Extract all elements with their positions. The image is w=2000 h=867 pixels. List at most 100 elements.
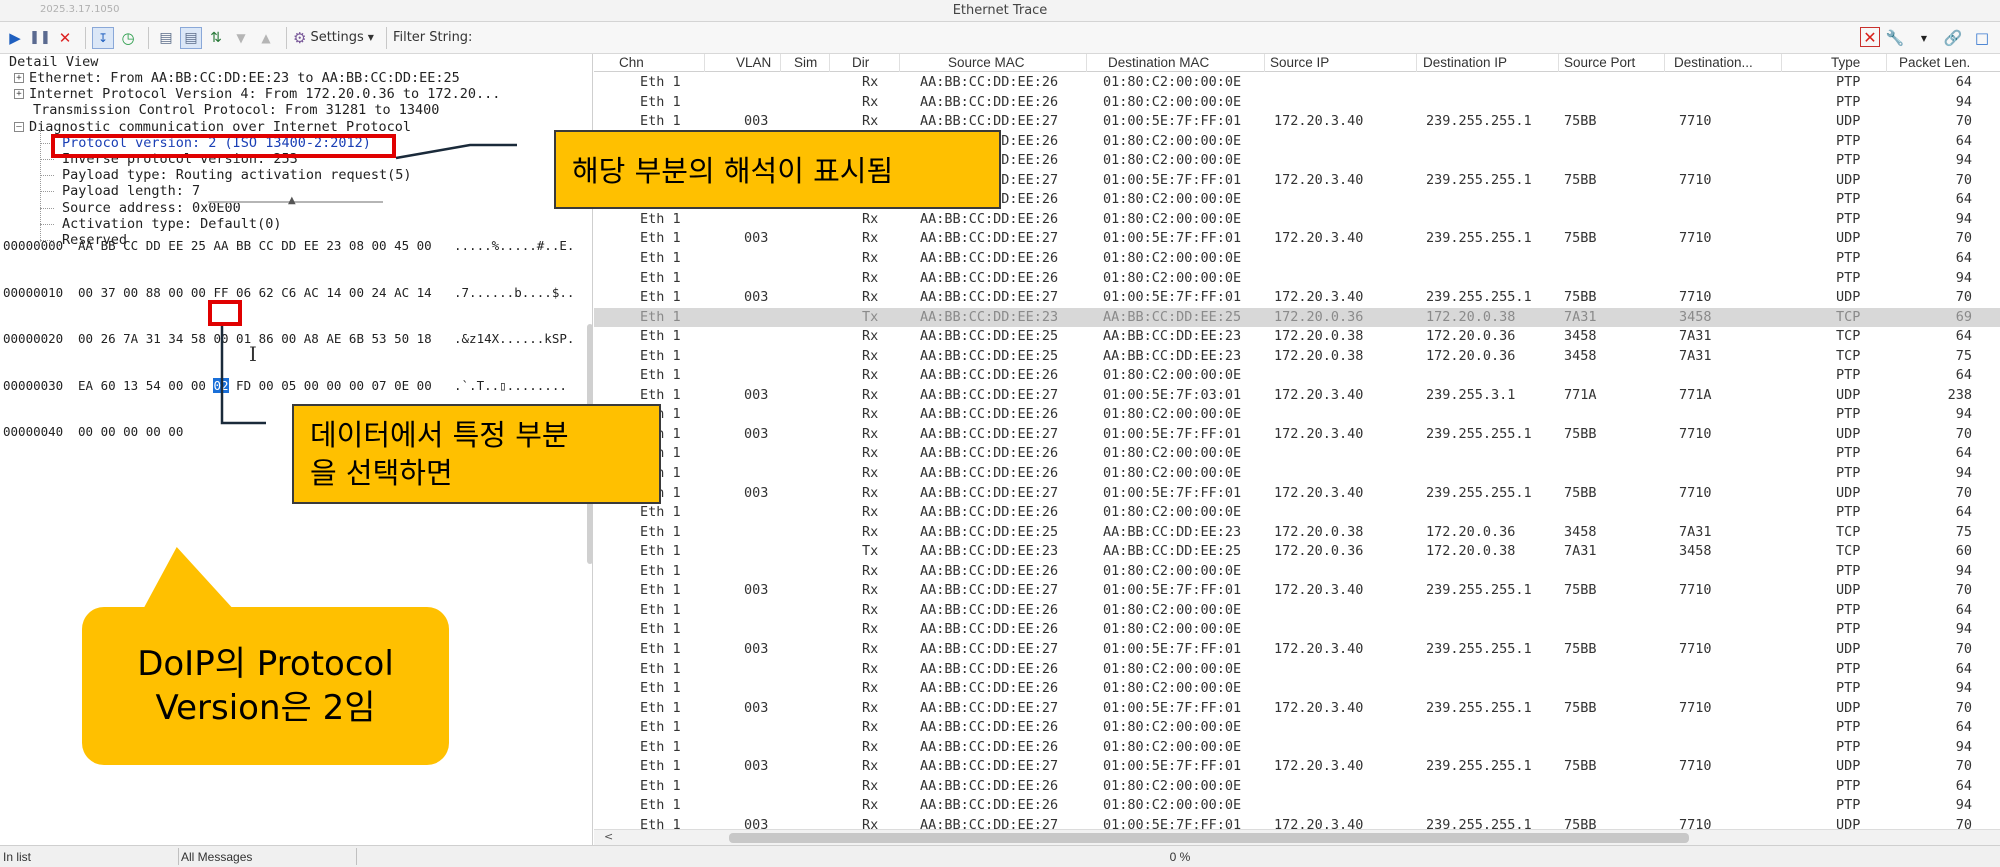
table-cell: Eth 1: [640, 680, 681, 697]
arrow-down-icon[interactable]: ▼: [230, 27, 252, 49]
play-icon[interactable]: ▶: [4, 27, 26, 49]
table-cell: UDP: [1836, 425, 1861, 442]
settings-dropdown[interactable]: ⚙ Settings ▼: [293, 29, 374, 47]
tree-item-payload-type[interactable]: Payload type: Routing activation request…: [0, 167, 593, 183]
table-row[interactable]: Eth 1RxAA:BB:CC:DD:EE:2601:80:C2:00:00:0…: [594, 366, 2000, 386]
chevron-left-icon[interactable]: <: [604, 830, 613, 843]
sort-icon[interactable]: ⇅: [205, 27, 227, 49]
hex-bytes[interactable]: 00 26 7A 31 34 58 00 01 86 00 A8 AE 6B 5…: [78, 331, 454, 347]
table-row[interactable]: Eth 1RxAA:BB:CC:DD:EE:2601:80:C2:00:00:0…: [594, 796, 2000, 816]
table-row[interactable]: Eth 1003RxAA:BB:CC:DD:EE:2701:00:5E:7F:F…: [594, 229, 2000, 249]
column-header[interactable]: VLAN: [736, 55, 771, 70]
table-row[interactable]: Eth 1003RxAA:BB:CC:DD:EE:2701:00:5E:7F:F…: [594, 581, 2000, 601]
table-row[interactable]: Eth 1003RxAA:BB:CC:DD:EE:2701:00:5E:7F:F…: [594, 425, 2000, 445]
tree-item-payload-length[interactable]: Payload length: 7: [0, 183, 593, 199]
table-row[interactable]: Eth 1RxAA:BB:CC:DD:EE:2601:80:C2:00:00:0…: [594, 503, 2000, 523]
table-row[interactable]: Eth 1 003 Rx AA:BB:CC:DD:EE:27 01:00:5E:7F:0…: [594, 386, 2000, 406]
table-row[interactable]: Eth 1003RxAA:BB:CC:DD:EE:2701:00:5E:7F:F…: [594, 640, 2000, 660]
column-divider[interactable]: [899, 54, 900, 72]
tree-item-doip[interactable]: – Diagnostic communication over Internet …: [0, 119, 593, 135]
link-icon[interactable]: 🔗: [1942, 27, 1964, 49]
horizontal-scrollbar[interactable]: <: [594, 829, 2000, 845]
table-row[interactable]: Eth 1RxAA:BB:CC:DD:EE:2601:80:C2:00:00:0…: [594, 562, 2000, 582]
wrench-icon[interactable]: 🔧: [1884, 27, 1906, 49]
table-row[interactable]: Eth 1RxAA:BB:CC:DD:EE:2601:80:C2:00:00:0…: [594, 269, 2000, 289]
table-row[interactable]: Eth 1RxAA:BB:CC:DD:EE:2601:80:C2:00:00:0…: [594, 73, 2000, 93]
scrollbar-thumb[interactable]: [729, 833, 1689, 843]
table-cell: 70: [1955, 758, 1972, 775]
table-row-selected[interactable]: Eth 1 Tx AA:BB:CC:DD:EE:23 AA:BB:CC:DD:EE:2…: [594, 307, 2000, 328]
table-row[interactable]: Eth 1RxAA:BB:CC:DD:EE:2601:80:C2:00:00:0…: [594, 249, 2000, 269]
expand-icon[interactable]: +: [14, 89, 24, 100]
table-row[interactable]: Eth 1 Rx AA:BB:CC:DD:EE:25 AA:BB:CC:DD:EE:2…: [594, 347, 2000, 367]
column-header[interactable]: Source IP: [1270, 55, 1329, 70]
table-row[interactable]: Eth 1RxAA:BB:CC:DD:EE:2601:80:C2:00:00:0…: [594, 777, 2000, 797]
column-divider[interactable]: [1664, 54, 1665, 72]
column-divider[interactable]: [704, 54, 705, 72]
column-header[interactable]: Sim: [794, 55, 817, 70]
column-divider[interactable]: [780, 54, 781, 72]
table-cell: 172.20.3.40: [1274, 230, 1364, 247]
arrow-up-icon[interactable]: ▲: [255, 27, 277, 49]
clock-icon[interactable]: ◷: [117, 27, 139, 49]
export-icon[interactable]: □: [1971, 27, 1993, 49]
table-row[interactable]: Eth 1003RxAA:BB:CC:DD:EE:2701:00:5E:7F:F…: [594, 757, 2000, 777]
close-filter-icon[interactable]: ✕: [1860, 27, 1880, 47]
column-header[interactable]: Destination...: [1674, 55, 1753, 70]
hex-bytes[interactable]: 00 37 00 88 00 00 FF 06 62 C6 AC 14 00 2…: [78, 285, 454, 301]
table-row[interactable]: Eth 1RxAA:BB:CC:DD:EE:2601:80:C2:00:00:0…: [594, 660, 2000, 680]
column-header[interactable]: Packet Len.: [1899, 55, 1970, 70]
table-cell: 75: [1955, 347, 1972, 364]
table-row[interactable]: Eth 1RxAA:BB:CC:DD:EE:2601:80:C2:00:00:0…: [594, 679, 2000, 699]
table-row[interactable]: Eth 1RxAA:BB:CC:DD:EE:2601:80:C2:00:00:0…: [594, 718, 2000, 738]
table-cell: AA:BB:CC:DD:EE:25: [920, 328, 1059, 345]
table-row[interactable]: Eth 1RxAA:BB:CC:DD:EE:2601:80:C2:00:00:0…: [594, 601, 2000, 621]
table-row[interactable]: Eth 1003RxAA:BB:CC:DD:EE:2701:00:5E:7F:F…: [594, 112, 2000, 132]
column-header[interactable]: Dir: [852, 55, 869, 70]
list-view-icon[interactable]: ▤: [180, 26, 202, 49]
column-divider[interactable]: [1558, 54, 1559, 72]
column-header[interactable]: Source MAC: [948, 55, 1025, 70]
chevron-down-icon[interactable]: ▼: [1913, 27, 1935, 49]
column-header[interactable]: Destination IP: [1423, 55, 1507, 70]
tree-item-tcp[interactable]: Transmission Control Protocol: From 3128…: [0, 102, 593, 118]
column-header[interactable]: Type: [1831, 55, 1860, 70]
table-row[interactable]: Eth 1RxAA:BB:CC:DD:EE:2601:80:C2:00:00:0…: [594, 210, 2000, 230]
table-row[interactable]: Eth 1003RxAA:BB:CC:DD:EE:2701:00:5E:7F:F…: [594, 288, 2000, 308]
column-header[interactable]: Destination MAC: [1108, 55, 1209, 70]
table-row[interactable]: Eth 1003RxAA:BB:CC:DD:EE:2701:00:5E:7F:F…: [594, 484, 2000, 504]
table-row[interactable]: Eth 1RxAA:BB:CC:DD:EE:2601:80:C2:00:00:0…: [594, 405, 2000, 425]
table-row[interactable]: Eth 1RxAA:BB:CC:DD:EE:2601:80:C2:00:00:0…: [594, 464, 2000, 484]
hex-bytes[interactable]: EA 60 13 54 00 00 02 FD 00 05 00 00 00 0…: [78, 377, 454, 394]
table-cell: Rx: [862, 230, 879, 247]
hex-bytes[interactable]: AA BB CC DD EE 25 AA BB CC DD EE 23 08 0…: [78, 238, 454, 254]
table-row[interactable]: Eth 1003RxAA:BB:CC:DD:EE:2701:00:5E:7F:F…: [594, 699, 2000, 719]
column-header[interactable]: Chn: [619, 55, 644, 70]
expand-icon[interactable]: +: [14, 73, 24, 83]
table-row[interactable]: Eth 1RxAA:BB:CC:DD:EE:2601:80:C2:00:00:0…: [594, 620, 2000, 640]
table-row[interactable]: Eth 1 Tx AA:BB:CC:DD:EE:23 AA:BB:CC:DD:EE:2…: [594, 542, 2000, 562]
column-divider[interactable]: [1416, 54, 1417, 72]
selected-hex-byte[interactable]: 02: [213, 377, 229, 393]
table-cell: 01:00:5E:7F:FF:01: [1103, 699, 1242, 716]
table-row[interactable]: Eth 1 Rx AA:BB:CC:DD:EE:25 AA:BB:CC:DD:EE:2…: [594, 523, 2000, 543]
clear-icon[interactable]: ✕: [54, 27, 76, 49]
detail-view-icon[interactable]: ▤: [155, 27, 177, 49]
autoscroll-icon[interactable]: ↧: [92, 26, 114, 49]
table-row[interactable]: Eth 1RxAA:BB:CC:DD:EE:2601:80:C2:00:00:0…: [594, 444, 2000, 464]
tree-item-ipv4[interactable]: + Internet Protocol Version 4: From 172.2…: [0, 86, 593, 102]
column-header[interactable]: Source Port: [1564, 55, 1635, 70]
column-divider[interactable]: [1264, 54, 1265, 72]
table-row[interactable]: Eth 1003RxAA:BB:CC:DD:EE:2701:00:5E:7F:F…: [594, 816, 2000, 829]
tree-item-ethernet[interactable]: + Ethernet: From AA:BB:CC:DD:EE:23 to AA:…: [0, 70, 593, 86]
column-divider[interactable]: [829, 54, 830, 72]
table-row[interactable]: Eth 1RxAA:BB:CC:DD:EE:2601:80:C2:00:00:0…: [594, 93, 2000, 113]
column-divider[interactable]: [1886, 54, 1887, 72]
column-divider[interactable]: [1781, 54, 1782, 72]
callout-text: 데이터에서 특정 부분: [310, 418, 569, 452]
column-divider[interactable]: [1086, 54, 1087, 72]
table-row[interactable]: Eth 1 Rx AA:BB:CC:DD:EE:25 AA:BB:CC:DD:EE:2…: [594, 327, 2000, 347]
collapse-icon[interactable]: –: [14, 121, 24, 132]
table-row[interactable]: Eth 1RxAA:BB:CC:DD:EE:2601:80:C2:00:00:0…: [594, 738, 2000, 758]
pause-icon[interactable]: ❚❚: [29, 27, 51, 49]
